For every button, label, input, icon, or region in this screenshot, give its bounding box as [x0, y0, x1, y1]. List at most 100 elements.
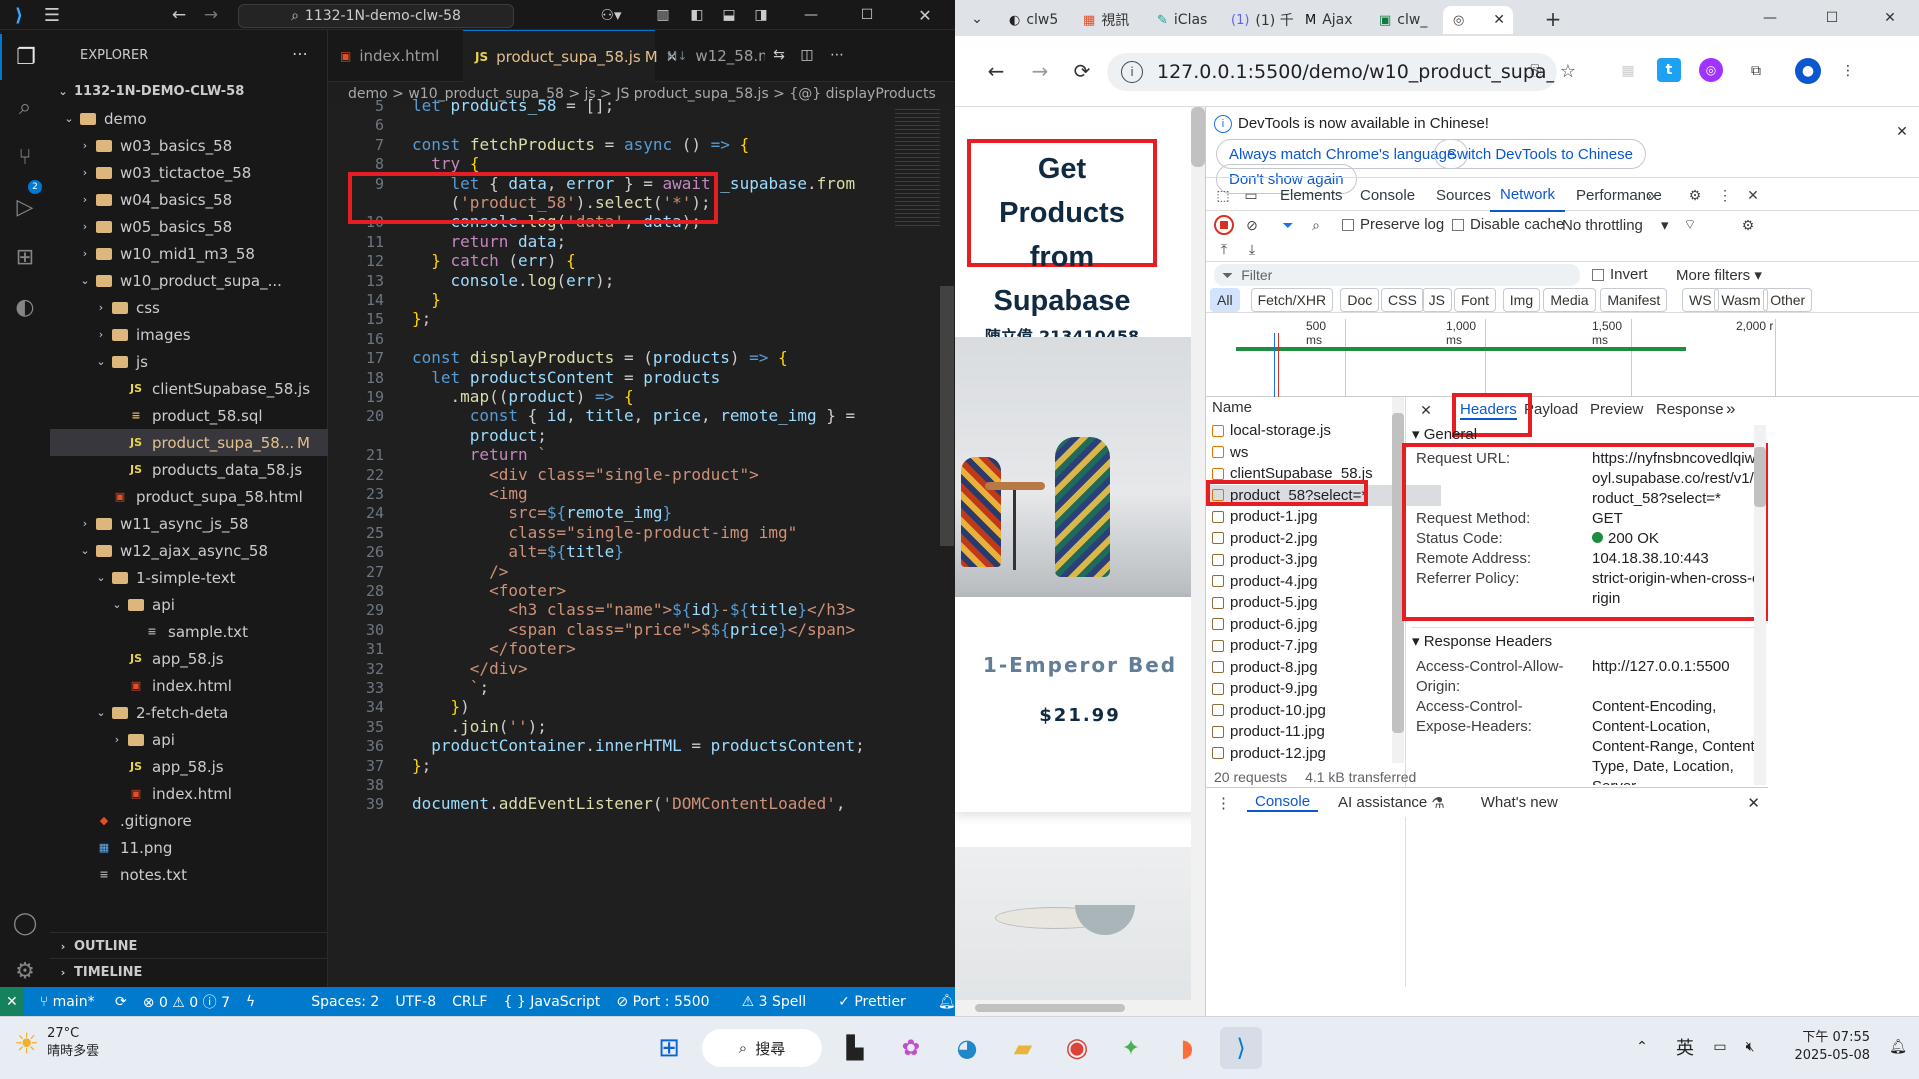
notifications-bell-icon[interactable]: 🔔︎ — [938, 994, 956, 1010]
throttling-select[interactable]: No throttling ▾ — [1562, 216, 1669, 234]
filter-chip[interactable]: Other — [1763, 288, 1813, 312]
file-item[interactable]: JS products_data_58.js — [50, 456, 328, 483]
drawer-tab-whats-new[interactable]: What's new — [1481, 794, 1558, 811]
close-details-icon[interactable]: ✕ — [1416, 399, 1436, 421]
branch-indicator[interactable]: ⑂ main* ⟳ — [40, 994, 127, 1010]
browser-tab[interactable]: (1) (1) 千 — [1221, 6, 1293, 34]
copilot-app-icon[interactable]: ✿ — [890, 1027, 932, 1069]
menu-icon[interactable]: ☰ — [40, 4, 64, 26]
devtools-close-icon[interactable]: ✕ — [1742, 184, 1764, 206]
file-item[interactable]: ◆ .gitignore — [50, 807, 328, 834]
compare-icon[interactable]: ⇆ — [768, 44, 790, 66]
folder-item[interactable]: ⌄ demo — [50, 105, 328, 132]
outline-section[interactable]: › OUTLINE — [50, 932, 328, 959]
drawer-close-icon[interactable]: ✕ — [1747, 794, 1760, 812]
file-item[interactable]: ▣ index.html — [50, 780, 328, 807]
explorer-icon[interactable]: ❐ — [0, 34, 50, 80]
address-bar[interactable]: i 127.0.0.1:5500/demo/w10_product_supa_.… — [1107, 53, 1557, 91]
weather-widget[interactable]: ☀ 27°C 晴時多雲 — [14, 1025, 99, 1061]
file-item[interactable]: ▣ index.html — [50, 672, 328, 699]
switch-devtools-chinese-button[interactable]: Switch DevTools to Chinese — [1434, 139, 1646, 169]
detail-tab-headers[interactable]: Headers — [1460, 401, 1517, 420]
more-detail-tabs-icon[interactable]: » — [1726, 399, 1735, 419]
clear-icon[interactable]: ⊘ — [1242, 215, 1262, 235]
file-item[interactable]: ▦ 11.png — [50, 834, 328, 861]
site-info-icon[interactable]: i — [1121, 61, 1143, 83]
folder-item[interactable]: ⌄ 1-simple-text — [50, 564, 328, 591]
filter-input[interactable]: ⏷ Filter — [1214, 264, 1580, 286]
command-center-search[interactable]: ⌕ 1132-1N-demo-clw-58 — [238, 4, 514, 28]
drawer-tab-ai-assistance[interactable]: AI assistance — [1338, 794, 1427, 811]
layout-icon[interactable]: ▥ — [652, 4, 674, 26]
folder-item[interactable]: › w05_basics_58 — [50, 213, 328, 240]
inspect-element-icon[interactable]: ⬚ — [1212, 184, 1234, 206]
devtools-tab-network[interactable]: Network — [1490, 178, 1566, 212]
toggle-secondary-icon[interactable]: ◨ — [750, 4, 772, 26]
name-column-header[interactable]: Name — [1212, 397, 1252, 419]
maximize-icon[interactable]: ☐ — [852, 4, 882, 26]
chrome-maximize-icon[interactable]: ☐ — [1817, 4, 1847, 32]
detail-tab-payload[interactable]: Payload — [1524, 401, 1578, 418]
disable-cache-checkbox[interactable]: Disable cache — [1452, 216, 1564, 233]
browser-tab[interactable]: ◎ ✕ — [1443, 6, 1513, 34]
colorful-app-icon[interactable]: ✦ — [1110, 1027, 1152, 1069]
volume-muted-icon[interactable]: 🔇︎ — [1738, 1035, 1762, 1059]
folder-item[interactable]: › w03_tictactoe_58 — [50, 159, 328, 186]
lightning-icon[interactable]: ϟ — [246, 994, 255, 1010]
firefox-like-icon[interactable]: ◗ — [1166, 1027, 1208, 1069]
extension-t-icon[interactable]: t — [1657, 58, 1681, 82]
filter-chip[interactable]: WS — [1682, 288, 1719, 312]
response-headers-section[interactable]: ▾ Response Headers — [1412, 627, 1762, 650]
extensions-puzzle-icon[interactable]: ⧉ — [1743, 58, 1769, 84]
notification-bell-icon[interactable]: 🔔︎ — [1886, 1035, 1910, 1059]
toggle-sidebar-icon[interactable]: ◧ — [686, 4, 708, 26]
problems-indicator[interactable]: ⊗ 0 ⚠ 0 ⓘ 7 — [143, 992, 230, 1012]
extension-icon[interactable]: ▦ — [1615, 58, 1641, 84]
file-item[interactable]: JS app_58.js — [50, 753, 328, 780]
taskbar-search[interactable]: ⌕ 搜尋 — [702, 1029, 822, 1067]
network-icon[interactable]: ▭ — [1708, 1035, 1732, 1059]
network-conditions-icon[interactable]: ⌔ — [1680, 215, 1700, 235]
import-har-icon[interactable]: ⤒ — [1214, 239, 1234, 259]
details-scrollbar[interactable] — [1754, 425, 1766, 785]
indent-indicator[interactable]: Spaces: 2 — [311, 994, 379, 1010]
copilot-icon[interactable]: ⚇▾ — [596, 4, 626, 26]
account-icon[interactable]: ◯ — [0, 900, 50, 946]
browser-tab[interactable]: M Ajax — [1295, 6, 1367, 34]
minimap[interactable] — [895, 106, 940, 226]
file-item[interactable]: JS product_supa_58... M — [50, 429, 328, 456]
devtools-tab-console[interactable]: Console — [1350, 178, 1425, 212]
forward-icon[interactable]: → — [1025, 56, 1055, 86]
new-tab-icon[interactable]: + — [1539, 6, 1567, 32]
folder-item[interactable]: ⌄ 2-fetch-deta — [50, 699, 328, 726]
folder-item[interactable]: › w11_async_js_58 — [50, 510, 328, 537]
browser-tab[interactable]: ✎ iClas — [1147, 6, 1219, 34]
file-item[interactable]: ≡ product_58.sql — [50, 402, 328, 429]
device-toolbar-icon[interactable]: ▭ — [1240, 184, 1262, 206]
folder-item[interactable]: ⌄ api — [50, 591, 328, 618]
filter-chip[interactable]: Manifest — [1600, 288, 1668, 312]
tab-index-html[interactable]: ▣ index.html — [328, 30, 463, 82]
filter-chip[interactable]: Fetch/XHR — [1250, 288, 1334, 312]
chrome-horizontal-scrollbar[interactable] — [955, 1000, 1205, 1016]
ime-indicator[interactable]: 英 — [1672, 1035, 1698, 1059]
devtools-tab-elements[interactable]: Elements — [1270, 178, 1353, 212]
folder-item[interactable]: › api — [50, 726, 328, 753]
close-notice-icon[interactable]: ✕ — [1892, 121, 1912, 141]
filter-chip[interactable]: Doc — [1340, 288, 1380, 312]
start-windows-icon[interactable]: ⊞ — [648, 1027, 690, 1069]
clock[interactable]: 下午 07:55 2025-05-08 — [1790, 1029, 1870, 1065]
remote-icon[interactable]: ◐ — [0, 284, 50, 330]
browser-tab[interactable]: ▦ 視訊 — [1073, 6, 1145, 34]
filter-chip[interactable]: Wasm — [1714, 288, 1768, 312]
language-indicator[interactable]: { } JavaScript — [503, 994, 600, 1010]
detail-tab-response[interactable]: Response — [1656, 401, 1724, 418]
page-scrollbar[interactable] — [1191, 107, 1205, 1000]
folder-item[interactable]: ⌄ w12_ajax_async_58 — [50, 537, 328, 564]
record-stop-icon[interactable] — [1214, 215, 1234, 235]
preserve-log-checkbox[interactable]: Preserve log — [1342, 216, 1444, 233]
filter-chip[interactable]: JS — [1421, 288, 1452, 312]
forward-icon[interactable]: → — [200, 4, 222, 26]
encoding-indicator[interactable]: UTF-8 — [395, 994, 436, 1010]
search-network-icon[interactable]: ⌕ — [1306, 215, 1326, 235]
